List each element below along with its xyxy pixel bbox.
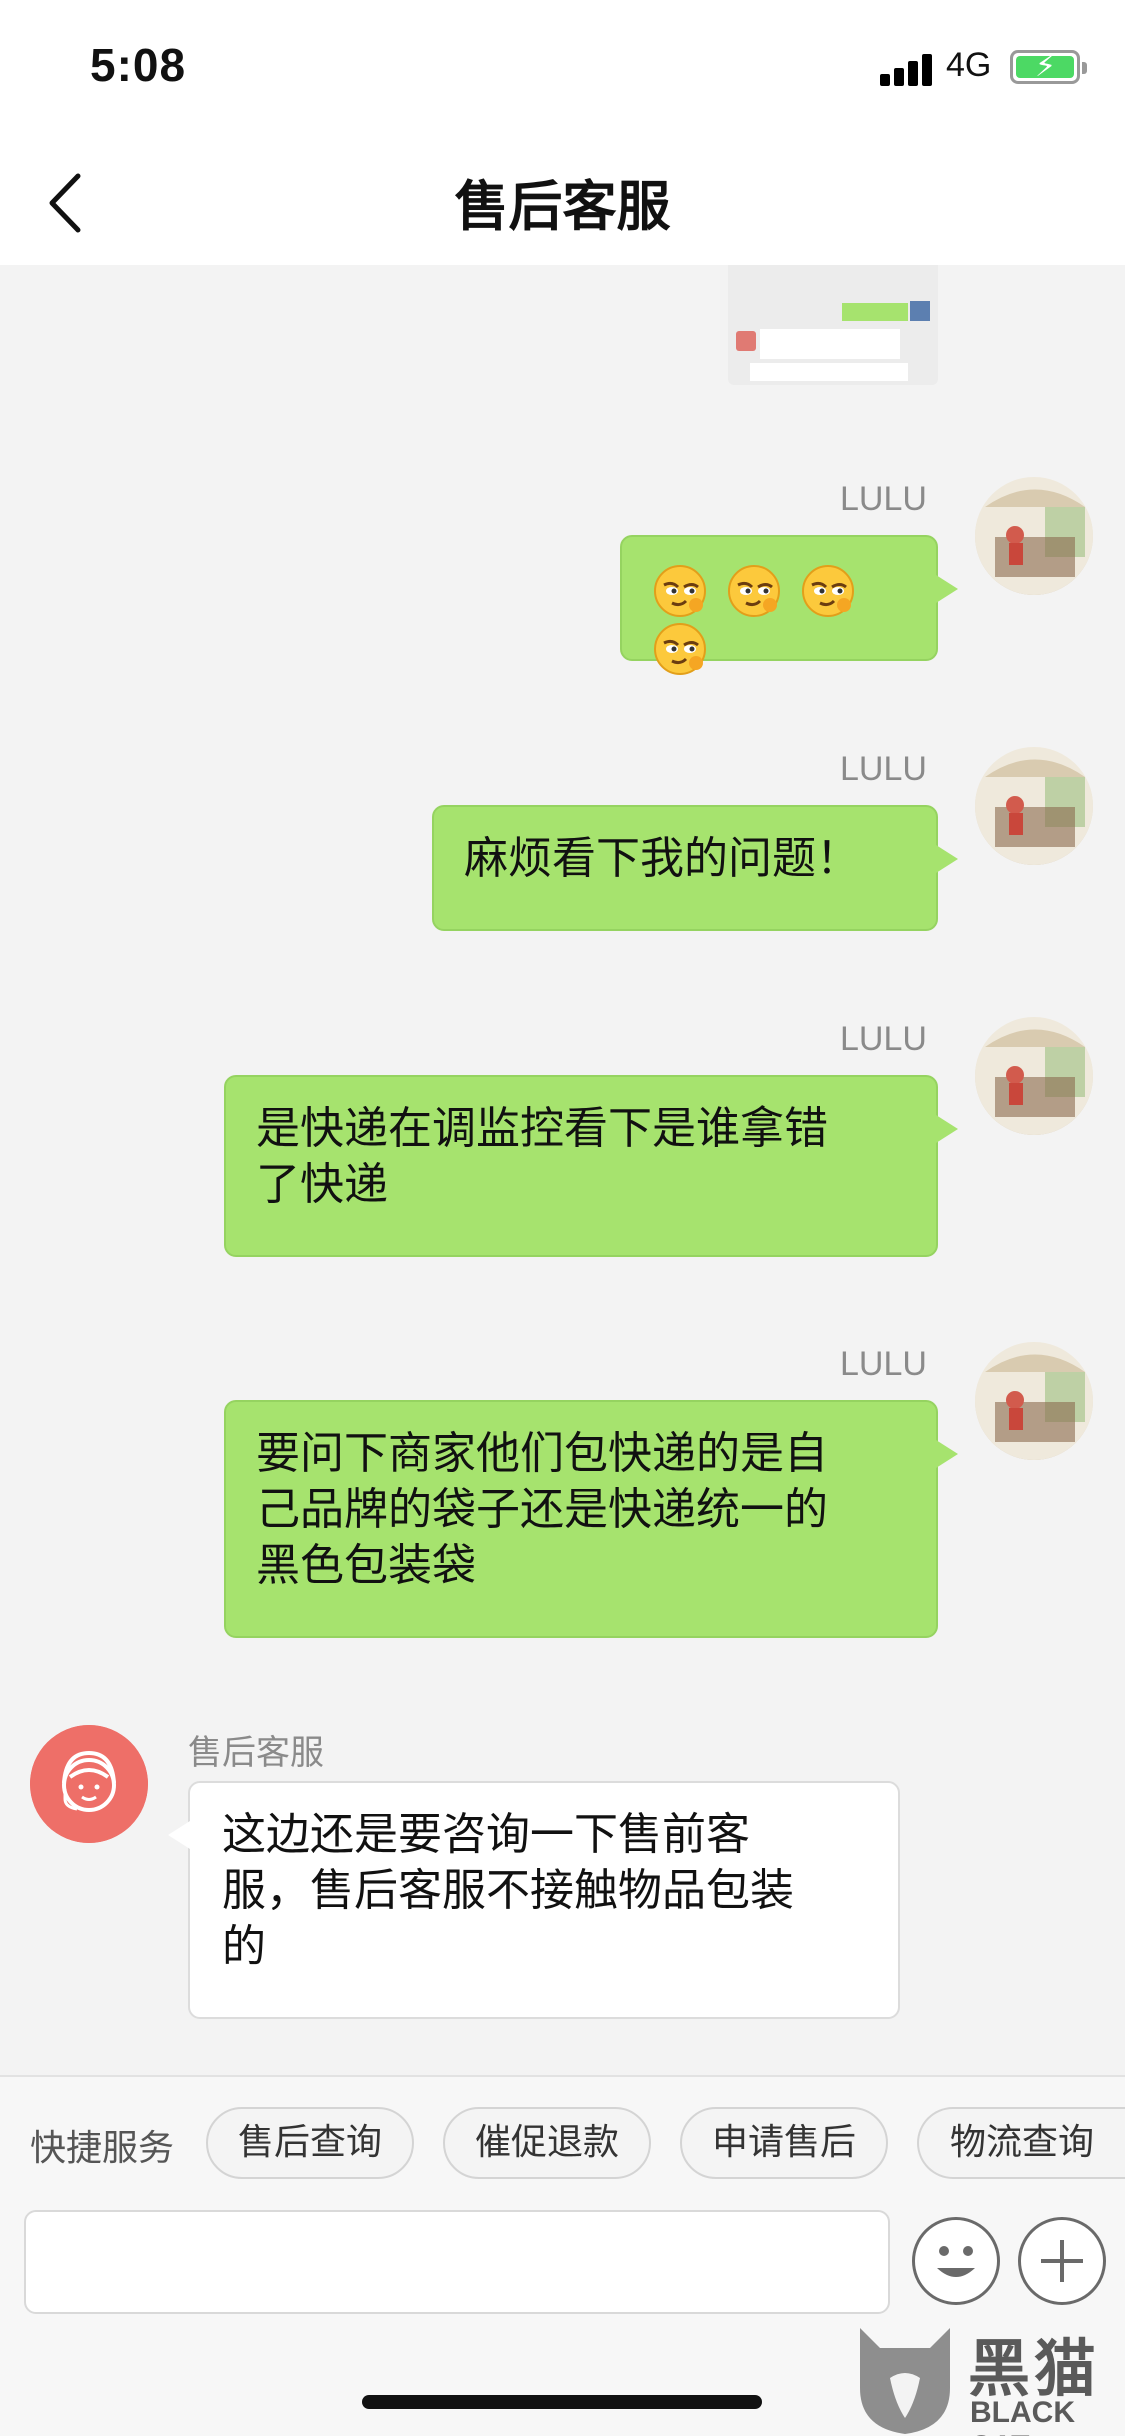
avatar[interactable] [975,747,1093,865]
signal-icon [880,52,936,86]
quick-services-bar: 快捷服务 售后查询 催促退款 申请售后 物流查询 [0,2075,1125,2205]
sender-name: LULU [840,1020,927,1058]
customer-service-icon [30,1725,148,1843]
shared-screenshot-image[interactable] [728,265,938,385]
smiley-icon [937,2246,975,2277]
avatar[interactable] [975,1342,1093,1460]
avatar[interactable] [975,477,1093,595]
status-time: 5:08 [90,39,187,91]
plus-icon [1041,2240,1083,2282]
quick-service-chip[interactable]: 售后查询 [206,2107,414,2179]
black-cat-logo-icon [860,2328,950,2434]
message-line: 是快递在调监控看下是谁拿错 [256,1103,828,1154]
watermark: 黑猫 BLACK CAT [850,2318,1120,2436]
message-line: 黑色包装袋 [256,1540,476,1591]
sly-face-emoji-icon [654,565,706,617]
avatar[interactable] [975,1017,1093,1135]
message-line: 的 [222,1921,266,1972]
sly-face-emoji-icon [802,565,854,617]
quick-service-chip[interactable]: 催促退款 [443,2107,651,2179]
message-bubble-outgoing[interactable] [620,535,958,675]
quick-service-chip[interactable]: 物流查询 [917,2107,1125,2179]
message-input[interactable] [24,2210,890,2314]
message-line: 这边还是要咨询一下售前客 [222,1809,750,1860]
message-bubble-incoming[interactable]: 这边还是要咨询一下售前客 服，售后客服不接触物品包装 的 [168,1781,900,2019]
message-line: 要问下商家他们包快递的是自 [256,1428,828,1479]
watermark-name: 黑猫 [968,2332,1101,2405]
chat-area[interactable]: LULU LULU 麻烦看下我的问题！ LULU 是快递在调监控看下是谁拿错 了… [0,265,1125,2075]
home-indicator[interactable] [362,2395,762,2409]
status-bar: 5:08 4G ⚡ [0,0,1125,140]
sly-face-emoji-icon [728,565,780,617]
watermark-sub: BLACK CAT [970,2396,1075,2436]
message-bubble-outgoing[interactable]: 要问下商家他们包快递的是自 己品牌的袋子还是快递统一的 黑色包装袋 [224,1400,958,1638]
message-bubble-outgoing[interactable]: 是快递在调监控看下是谁拿错 了快递 [224,1075,958,1257]
network-type: 4G [946,46,992,84]
agent-avatar[interactable] [30,1725,148,1843]
nav-bar: 售后客服 [0,140,1125,265]
plus-button[interactable] [1018,2217,1106,2305]
battery-icon: ⚡ [1010,49,1087,84]
sender-name: LULU [840,480,927,518]
message-line: 己品牌的袋子还是快递统一的 [256,1484,828,1535]
message-line: 了快递 [256,1159,388,1210]
emoji-button[interactable] [912,2217,1000,2305]
quick-services-label: 快捷服务 [30,2128,175,2169]
page-title: 售后客服 [454,175,671,238]
agent-name: 售后客服 [188,1734,324,1772]
sly-face-emoji-icon [654,623,706,675]
sender-name: LULU [840,1345,927,1383]
sender-name: LULU [840,750,927,788]
quick-service-chip[interactable]: 申请售后 [680,2107,888,2179]
message-bubble-outgoing[interactable]: 麻烦看下我的问题！ [432,805,958,931]
message-line: 服，售后客服不接触物品包装 [222,1865,794,1916]
